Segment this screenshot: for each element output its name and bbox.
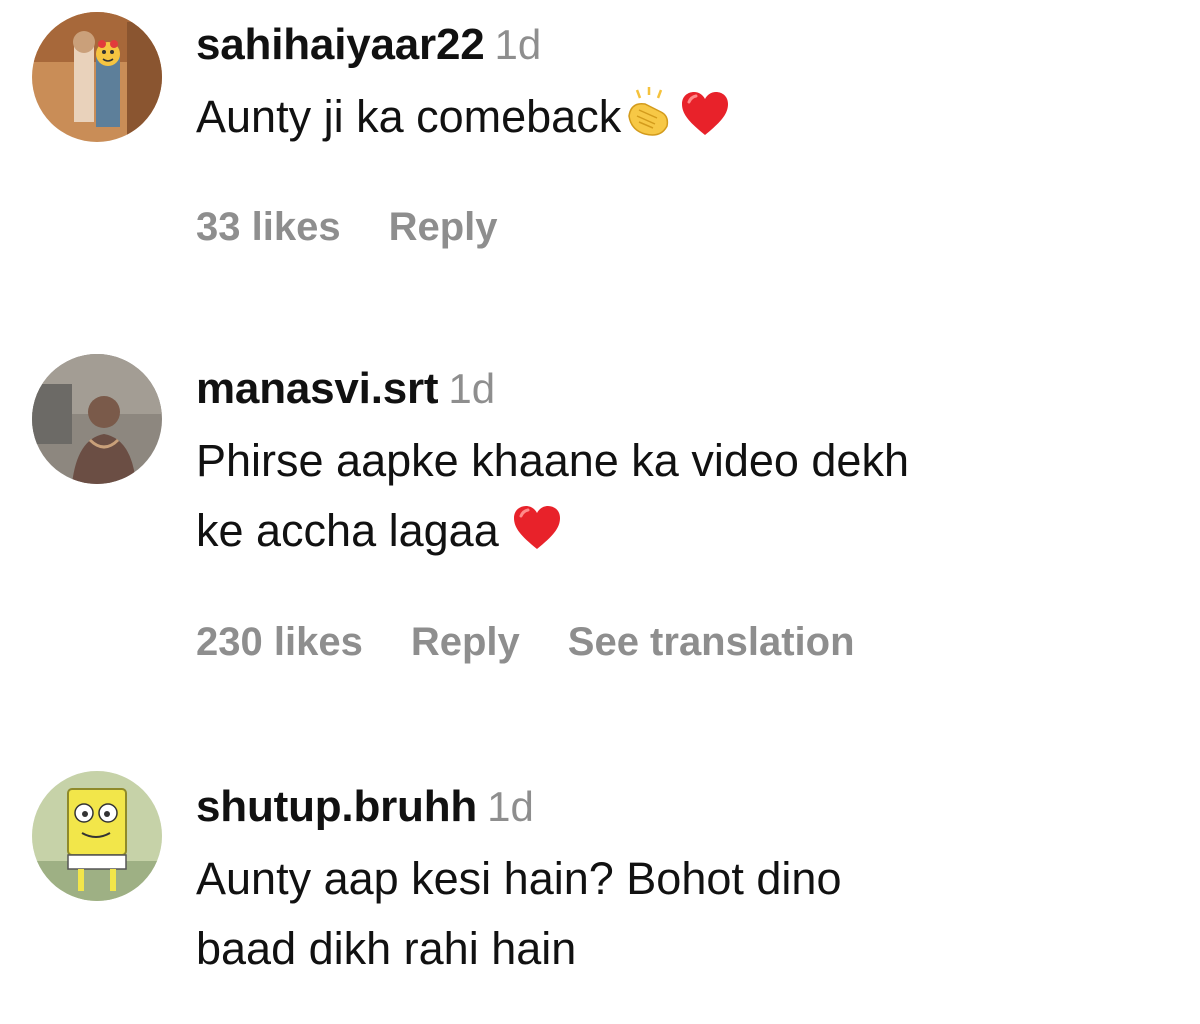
see-translation-button[interactable]: See translation [568, 620, 855, 664]
red-heart-icon [511, 502, 563, 572]
comment-text-line-1: Aunty aap kesi hain? Bohot dino [196, 853, 842, 904]
comment-text-line-2: ke accha lagaa [196, 505, 499, 556]
reply-button[interactable]: Reply [411, 620, 520, 664]
comment-text-line-1: Phirse aapke khaane ka video dekh [196, 435, 909, 486]
avatar[interactable] [32, 12, 162, 142]
likes-count[interactable]: 230 likes [196, 620, 363, 664]
comment-username[interactable]: manasvi.srt [196, 364, 439, 413]
avatar[interactable] [32, 771, 162, 901]
comment-text-row: ke accha lagaa [196, 496, 1180, 572]
comment-time: 1d [448, 365, 496, 412]
red-heart-icon [679, 88, 731, 158]
avatar[interactable] [32, 354, 162, 484]
likes-count[interactable]: 33 likes [196, 205, 341, 249]
comment-username[interactable]: sahihaiyaar22 [196, 20, 485, 69]
comment-time: 1d [487, 783, 534, 830]
comment-time: 1d [494, 21, 542, 68]
comment-text-line-2: baad dikh rahi hain [196, 923, 577, 974]
comment-username[interactable]: shutup.bruhh [196, 782, 477, 831]
comment-text-row: Aunty ji ka comeback [196, 82, 1180, 158]
reply-button[interactable]: Reply [389, 205, 498, 249]
clapping-hands-icon [621, 86, 679, 158]
comment-text: Aunty ji ka comeback [196, 91, 622, 142]
